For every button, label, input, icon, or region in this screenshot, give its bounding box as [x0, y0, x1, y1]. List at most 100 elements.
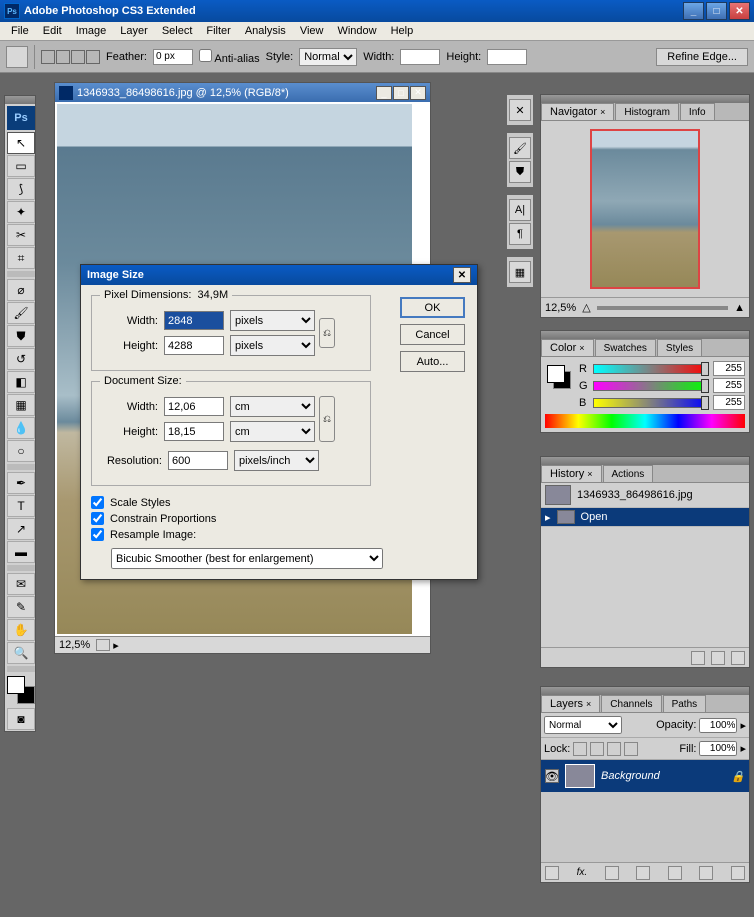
selection-mode-icons[interactable] — [41, 50, 100, 64]
heal-tool[interactable]: ⌀ — [7, 279, 35, 301]
lock-all-icon[interactable] — [624, 742, 638, 756]
layer-background[interactable]: 👁 Background 🔒 — [541, 760, 749, 792]
marquee-tool[interactable]: ▭ — [7, 155, 35, 177]
b-input[interactable] — [713, 395, 745, 410]
fx-icon[interactable]: fx. — [577, 867, 588, 878]
ok-button[interactable]: OK — [400, 297, 465, 318]
pixel-width-unit[interactable]: pixels — [230, 310, 315, 331]
zoom-tool[interactable]: 🔍 — [7, 642, 35, 664]
scale-styles-checkbox[interactable] — [91, 496, 104, 509]
status-icon[interactable] — [96, 639, 110, 651]
width-input[interactable] — [400, 49, 440, 65]
hand-tool[interactable]: ✋ — [7, 619, 35, 641]
crop-tool[interactable]: ✂ — [7, 224, 35, 246]
blend-mode-select[interactable]: Normal — [544, 716, 622, 734]
doc-width-input[interactable] — [164, 397, 224, 416]
panel-grip[interactable] — [541, 95, 749, 103]
layer-thumbnail[interactable] — [565, 764, 595, 788]
group-icon[interactable] — [668, 866, 682, 880]
history-state-open[interactable]: ▸Open — [541, 508, 749, 527]
path-tool[interactable]: ↗ — [7, 518, 35, 540]
color-swatches-icon[interactable] — [7, 676, 35, 704]
stamp-tool[interactable]: ⛊ — [7, 325, 35, 347]
eraser-tool[interactable]: ◧ — [7, 371, 35, 393]
menu-select[interactable]: Select — [155, 23, 200, 39]
create-doc-icon[interactable] — [691, 651, 705, 665]
visibility-icon[interactable]: 👁 — [545, 769, 559, 783]
height-input[interactable] — [487, 49, 527, 65]
wand-tool[interactable]: ✦ — [7, 201, 35, 223]
lock-pixels-icon[interactable] — [590, 742, 604, 756]
pixel-height-input[interactable] — [164, 336, 224, 355]
new-layer-icon[interactable] — [699, 866, 713, 880]
toolbox-grip[interactable] — [5, 96, 35, 104]
lock-position-icon[interactable] — [607, 742, 621, 756]
doc-maximize-button[interactable]: □ — [393, 86, 409, 100]
menu-edit[interactable]: Edit — [36, 23, 69, 39]
link-layers-icon[interactable] — [545, 866, 559, 880]
close-button[interactable]: ✕ — [729, 2, 750, 20]
dialog-titlebar[interactable]: Image Size ✕ — [81, 265, 477, 285]
dodge-tool[interactable]: ○ — [7, 440, 35, 462]
tab-layers[interactable]: Layers× — [541, 695, 600, 712]
menu-image[interactable]: Image — [69, 23, 114, 39]
new-snapshot-icon[interactable] — [711, 651, 725, 665]
pixel-width-input[interactable] — [164, 311, 224, 330]
doc-close-button[interactable]: ✕ — [410, 86, 426, 100]
lock-transparency-icon[interactable] — [573, 742, 587, 756]
dialog-close-button[interactable]: ✕ — [453, 267, 471, 283]
navigator-thumbnail[interactable] — [590, 129, 700, 289]
color-swatch-icon[interactable] — [547, 365, 571, 389]
history-brush-tool[interactable]: ↺ — [7, 348, 35, 370]
delete-icon[interactable] — [731, 651, 745, 665]
opacity-input[interactable] — [699, 718, 737, 733]
panel-grip[interactable] — [541, 331, 749, 339]
pixel-height-unit[interactable]: pixels — [230, 335, 315, 356]
zoom-readout[interactable]: 12,5% — [59, 639, 90, 651]
shape-tool[interactable]: ▬ — [7, 541, 35, 563]
delete-layer-icon[interactable] — [731, 866, 745, 880]
tab-channels[interactable]: Channels — [601, 695, 661, 712]
tab-actions[interactable]: Actions — [603, 465, 654, 482]
doc-minimize-button[interactable]: _ — [376, 86, 392, 100]
resample-method-select[interactable]: Bicubic Smoother (best for enlargement) — [111, 548, 383, 569]
menu-help[interactable]: Help — [384, 23, 421, 39]
current-tool-icon[interactable] — [6, 46, 28, 68]
zoom-in-icon[interactable]: ▲ — [734, 302, 745, 314]
slice-tool[interactable]: ⌗ — [7, 247, 35, 269]
g-input[interactable] — [713, 378, 745, 393]
menu-view[interactable]: View — [293, 23, 331, 39]
doc-height-unit[interactable]: cm — [230, 421, 315, 442]
tab-info[interactable]: Info — [680, 103, 715, 120]
refine-edge-button[interactable]: Refine Edge... — [656, 48, 748, 66]
document-titlebar[interactable]: 1346933_86498616.jpg @ 12,5% (RGB/8*) _ … — [55, 83, 430, 102]
doc-width-unit[interactable]: cm — [230, 396, 315, 417]
tab-styles[interactable]: Styles — [657, 339, 702, 356]
type-tool[interactable]: T — [7, 495, 35, 517]
resample-checkbox[interactable] — [91, 528, 104, 541]
g-slider[interactable] — [593, 381, 709, 391]
pen-tool[interactable]: ✒ — [7, 472, 35, 494]
lasso-tool[interactable]: ⟆ — [7, 178, 35, 200]
spectrum-picker[interactable] — [545, 414, 745, 428]
blur-tool[interactable]: 💧 — [7, 417, 35, 439]
antialias-checkbox[interactable]: Anti-alias — [199, 49, 260, 65]
panel-grip[interactable] — [541, 457, 749, 465]
zoom-out-icon[interactable]: △ — [582, 301, 590, 314]
style-select[interactable]: Normal — [299, 48, 357, 66]
resolution-unit[interactable]: pixels/inch — [234, 450, 319, 471]
move-tool[interactable]: ↖ — [7, 132, 35, 154]
gradient-tool[interactable]: ▦ — [7, 394, 35, 416]
tab-history[interactable]: History× — [541, 465, 602, 482]
tab-swatches[interactable]: Swatches — [595, 339, 656, 356]
layer-mask-icon[interactable] — [605, 866, 619, 880]
panel-grip[interactable] — [541, 687, 749, 695]
resolution-input[interactable] — [168, 451, 228, 470]
nav-zoom-readout[interactable]: 12,5% — [545, 302, 576, 314]
r-input[interactable] — [713, 361, 745, 376]
menu-filter[interactable]: Filter — [199, 23, 237, 39]
menu-analysis[interactable]: Analysis — [238, 23, 293, 39]
history-snapshot[interactable]: 1346933_86498616.jpg — [541, 483, 749, 508]
r-slider[interactable] — [593, 364, 709, 374]
quickmask-tool[interactable]: ◙ — [7, 708, 35, 730]
